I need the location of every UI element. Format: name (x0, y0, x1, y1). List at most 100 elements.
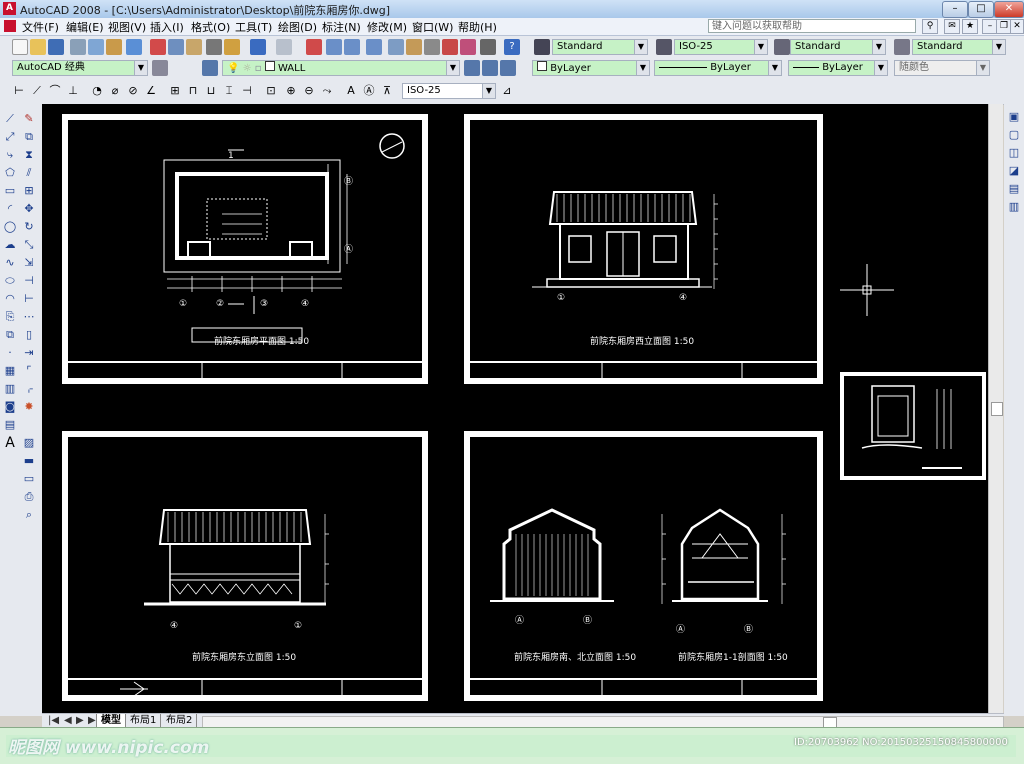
scale-icon[interactable]: ⤡ (22, 238, 36, 252)
table-icon[interactable]: ▤ (3, 418, 17, 432)
tolerance-icon[interactable]: ⊡ (264, 84, 278, 98)
minimize-button[interactable]: – (942, 1, 968, 18)
menu-modify[interactable]: 修改(M) (367, 19, 407, 35)
rotate-icon[interactable]: ↻ (22, 220, 36, 234)
redo-icon[interactable] (276, 39, 292, 55)
tab-model[interactable]: 模型 (96, 714, 126, 728)
fillet-icon[interactable]: ⌌ (22, 382, 36, 396)
design-center-icon[interactable] (406, 39, 422, 55)
gradient-icon[interactable]: ▥ (3, 382, 17, 396)
3d-dwf-icon[interactable] (126, 39, 142, 55)
communication-center-icon[interactable]: ✉ (944, 19, 960, 34)
erase-icon[interactable]: ✎ (22, 112, 36, 126)
send-under-icon[interactable]: ◪ (1007, 164, 1021, 178)
inspection-icon[interactable]: ⊖ (302, 84, 316, 98)
polyline-icon[interactable]: ⤷ (3, 148, 17, 162)
ellipse-icon[interactable]: ⬭ (3, 274, 17, 288)
table-style-icon[interactable] (774, 39, 790, 55)
bring-above-icon[interactable]: ◫ (1007, 146, 1021, 160)
workspace-settings-icon[interactable] (152, 60, 168, 76)
menu-file[interactable]: 文件(F) (22, 19, 59, 35)
break-at-point-icon[interactable]: ⋯ (22, 310, 36, 324)
offset-icon[interactable]: ⫽ (22, 166, 36, 180)
tab-layout2[interactable]: 布局2 (162, 714, 198, 727)
menu-window[interactable]: 窗口(W) (412, 19, 453, 35)
layer-states-icon[interactable] (500, 60, 516, 76)
save-icon[interactable] (48, 39, 64, 55)
workspace-combo[interactable]: AutoCAD 经典 ▼ (12, 60, 148, 76)
center-mark-icon[interactable]: ⊕ (284, 84, 298, 98)
circle-icon[interactable]: ◯ (3, 220, 17, 234)
doc-close-button[interactable]: ✕ (1010, 19, 1024, 34)
copy-icon[interactable] (168, 39, 184, 55)
dim-space-icon[interactable]: ⌶ (222, 84, 236, 98)
zoom-realtime-icon[interactable] (326, 39, 342, 55)
close-button[interactable]: ✕ (994, 1, 1024, 18)
menu-edit[interactable]: 编辑(E) (66, 19, 104, 35)
baseline-dim-icon[interactable]: ⊓ (186, 84, 200, 98)
calculator-icon[interactable] (480, 39, 496, 55)
layer-combo[interactable]: 💡 ☼ ▫ WALL ▼ (222, 60, 460, 76)
text-above-icon[interactable]: ▤ (1007, 182, 1021, 196)
paste-icon[interactable] (186, 39, 202, 55)
vertical-scrollbar[interactable] (988, 104, 1003, 713)
scroll-thumb[interactable] (991, 402, 1003, 416)
aligned-dim-icon[interactable]: ⟋ (30, 84, 44, 98)
search-icon[interactable]: ⚲ (922, 19, 938, 34)
diameter-dim-icon[interactable]: ⊘ (126, 84, 140, 98)
dim-break-icon[interactable]: ⊣ (240, 84, 254, 98)
multiline-text-icon[interactable]: A (3, 436, 17, 450)
color-combo[interactable]: ByLayer ▼ (532, 60, 650, 76)
pan-icon[interactable] (306, 39, 322, 55)
sheet-detail-preview[interactable] (840, 372, 986, 480)
plot-style-combo[interactable]: 随颜色 ▼ (894, 60, 990, 76)
polygon-icon[interactable]: ⬠ (3, 166, 17, 180)
break-icon[interactable]: ▯ (22, 328, 36, 342)
table-style-combo[interactable]: Standard ▼ (790, 39, 886, 55)
drawing-area[interactable]: ① ② ③ ④ Ⓐ Ⓑ 1 前院东厢房平面图 1:50 ① ④ 前院东厢房西立面… (42, 104, 988, 713)
multileader-style-icon[interactable] (894, 39, 910, 55)
layer-previous-icon[interactable] (482, 60, 498, 76)
menu-insert[interactable]: 插入(I) (150, 19, 184, 35)
maximize-button[interactable]: □ (968, 1, 994, 18)
tool-palettes-icon[interactable] (424, 39, 440, 55)
menu-format[interactable]: 格式(O) (191, 19, 230, 35)
autocad-logo-icon[interactable]: A (3, 2, 16, 15)
dimension-style-manager-icon[interactable]: ⊿ (500, 84, 514, 98)
publish-icon[interactable] (106, 39, 122, 55)
plot-icon[interactable] (70, 39, 86, 55)
cut-icon[interactable] (150, 39, 166, 55)
menu-view[interactable]: 视图(V) (108, 19, 146, 35)
radius-dim-icon[interactable]: ◔ (90, 84, 104, 98)
undo-icon[interactable] (250, 39, 266, 55)
layer-manager-icon[interactable] (202, 60, 218, 76)
arc-length-icon[interactable]: ⌒ (48, 84, 62, 98)
angular-dim-icon[interactable]: ∠ (144, 84, 158, 98)
jogged-dim-icon[interactable]: ⌀ (108, 84, 122, 98)
ordinate-dim-icon[interactable]: ⊥ (66, 84, 80, 98)
construction-line-icon[interactable]: ⤢ (3, 130, 17, 144)
app-menu-icon[interactable] (4, 20, 16, 32)
menu-draw[interactable]: 绘图(D) (278, 19, 317, 35)
help-icon[interactable]: ? (504, 39, 520, 55)
array-icon[interactable]: ⊞ (22, 184, 36, 198)
trim-icon[interactable]: ⊣ (22, 274, 36, 288)
jogged-linear-icon[interactable]: ⤳ (320, 84, 334, 98)
dim-style-combo[interactable]: ISO-25 ▼ (674, 39, 768, 55)
tab-layout1[interactable]: 布局1 (126, 714, 162, 727)
menu-help[interactable]: 帮助(H) (458, 19, 497, 35)
text-style-combo[interactable]: Standard ▼ (552, 39, 648, 55)
extend-icon[interactable]: ⊢ (22, 292, 36, 306)
menu-dimension[interactable]: 标注(N) (322, 19, 361, 35)
zoom-previous-icon[interactable] (366, 39, 382, 55)
match-properties-icon[interactable] (206, 39, 222, 55)
properties-icon[interactable] (388, 39, 404, 55)
markup-icon[interactable] (460, 39, 476, 55)
dim-style-icon[interactable] (656, 39, 672, 55)
text-tool-icon[interactable]: ▭ (22, 472, 36, 486)
sheet-set-icon[interactable] (442, 39, 458, 55)
point-icon[interactable]: · (3, 346, 17, 360)
dimension-style-combo[interactable]: ISO-25 ▼ (402, 83, 496, 99)
block-editor-icon[interactable] (224, 39, 240, 55)
dim-edit-icon[interactable]: A (344, 84, 358, 98)
